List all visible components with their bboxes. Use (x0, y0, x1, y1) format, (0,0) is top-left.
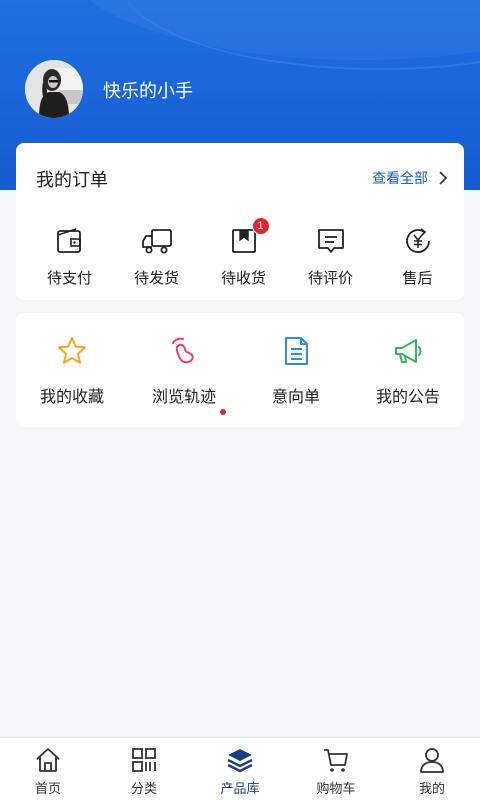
order-status-label: 待发货 (133, 269, 179, 287)
header-wave-line (120, 0, 480, 70)
order-pending-receipt[interactable]: 1 待收货 (201, 217, 286, 288)
tab-label: 购物车 (316, 782, 356, 797)
tab-label: 分类 (130, 782, 157, 797)
shortcut-label: 我的收藏 (39, 387, 104, 406)
category-icon (132, 748, 156, 772)
shortcut-announcements[interactable]: 我的公告 (352, 335, 464, 407)
order-status-label: 待收货 (220, 269, 266, 287)
avatar-photo (25, 60, 83, 118)
orders-card: 我的订单 查看全部 待支付 待发货 1 待收货 待评价 售后 (16, 143, 464, 300)
wallet-icon (56, 228, 81, 253)
order-pending-review[interactable]: 待评价 (288, 225, 373, 288)
shortcut-label: 我的公告 (375, 387, 440, 406)
username[interactable]: 快乐的小手 (103, 77, 193, 103)
order-status-label: 售后 (402, 269, 433, 287)
yuan-refund-icon (405, 228, 430, 253)
document-icon (285, 337, 308, 365)
shortcut-intent-list[interactable]: 意向单 (240, 335, 352, 407)
chevron-right-icon (439, 171, 448, 185)
comment-icon (317, 229, 344, 253)
order-pending-shipment[interactable]: 待发货 (114, 225, 199, 288)
megaphone-icon (395, 339, 422, 363)
footprint-icon (172, 337, 194, 364)
shortcut-label: 意向单 (271, 387, 320, 406)
cart-icon (324, 749, 348, 772)
order-status-label: 待支付 (46, 269, 92, 287)
layers-icon (227, 749, 253, 773)
avatar[interactable] (25, 60, 83, 118)
order-count-badge: 1 (251, 217, 270, 235)
view-all-orders-link[interactable]: 查看全部 (372, 168, 448, 188)
tab-category[interactable]: 分类 (96, 738, 192, 800)
star-icon (58, 337, 86, 364)
truck-icon (141, 229, 172, 254)
view-all-label: 查看全部 (372, 171, 428, 187)
tab-label: 首页 (34, 782, 61, 797)
user-icon (420, 748, 444, 773)
new-indicator-dot (220, 409, 226, 415)
tab-cart[interactable]: 购物车 (288, 738, 384, 800)
order-status-row: 待支付 待发货 1 待收货 待评价 售后 (16, 217, 464, 288)
tab-label: 我的 (418, 782, 445, 797)
shortcut-browse-history[interactable]: 浏览轨迹 (128, 335, 240, 415)
shortcuts-row: 我的收藏 浏览轨迹 意向单 我的公告 (16, 335, 464, 415)
shortcut-favorites[interactable]: 我的收藏 (16, 335, 128, 407)
tab-home[interactable]: 首页 (0, 738, 96, 800)
orders-title: 我的订单 (36, 170, 108, 191)
shortcuts-card: 我的收藏 浏览轨迹 意向单 我的公告 (16, 313, 464, 427)
shortcut-label: 浏览轨迹 (151, 387, 216, 406)
tab-label: 产品库 (220, 782, 260, 797)
bottom-tab-bar: 首页 分类 产品库 购物车 我的 (0, 737, 480, 800)
home-icon (36, 748, 60, 772)
tab-product-library[interactable]: 产品库 (192, 738, 288, 800)
order-pending-payment[interactable]: 待支付 (27, 225, 112, 288)
order-status-label: 待评价 (307, 269, 353, 287)
tab-mine[interactable]: 我的 (384, 738, 480, 800)
order-after-sales[interactable]: 售后 (375, 225, 460, 288)
